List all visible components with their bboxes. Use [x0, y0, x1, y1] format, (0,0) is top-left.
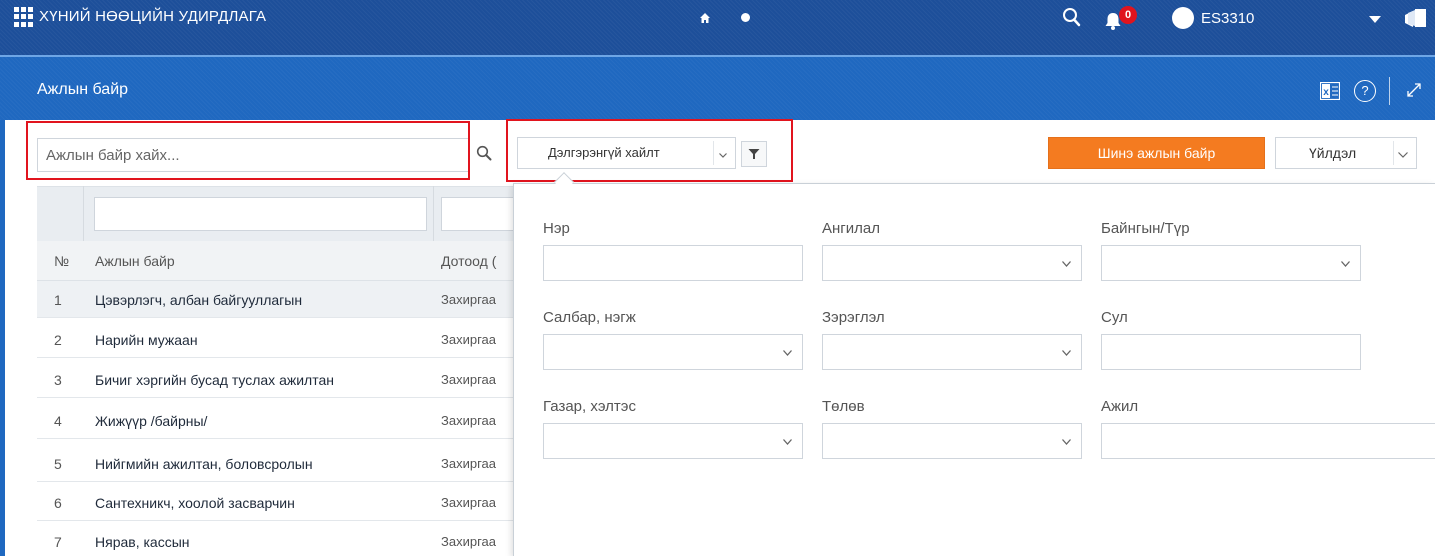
row-category: Захиргаа	[441, 534, 496, 549]
table-row[interactable]: 3 Бичиг хэргийн бусад туслах ажилтан Зах…	[37, 361, 515, 398]
column-header-internal[interactable]: Дотоод (	[441, 253, 515, 269]
job-field[interactable]	[1101, 423, 1435, 459]
username[interactable]: ES3310	[1201, 10, 1254, 27]
row-number: 1	[54, 292, 62, 308]
titlebar-divider	[1389, 77, 1390, 105]
row-number: 4	[54, 413, 62, 429]
chevron-down-icon[interactable]	[1398, 152, 1408, 158]
search-input[interactable]	[37, 138, 469, 172]
branch-select[interactable]	[543, 334, 803, 370]
row-category: Захиргаа	[441, 456, 496, 471]
table-row[interactable]: 4 Жижүүр /байрны/ Захиргаа	[37, 402, 515, 439]
row-category: Захиргаа	[441, 372, 496, 387]
dot-icon[interactable]	[741, 13, 750, 22]
new-job-position-button[interactable]: Шинэ ажлын байр	[1048, 137, 1265, 169]
row-number: 3	[54, 372, 62, 388]
category-select[interactable]	[822, 245, 1082, 281]
left-accent-bar	[0, 120, 5, 556]
row-job-name[interactable]: Нийгмийн ажилтан, боловсролын	[95, 456, 313, 472]
user-avatar-icon[interactable]	[1172, 7, 1194, 29]
field-label-name: Нэр	[543, 220, 570, 237]
chevron-down-icon[interactable]	[719, 153, 727, 158]
row-job-name[interactable]: Нярав, кассын	[95, 534, 190, 550]
status-select[interactable]	[822, 423, 1082, 459]
column-header-job-position[interactable]: Ажлын байр	[95, 253, 175, 269]
chevron-down-icon	[1062, 261, 1071, 267]
row-job-name[interactable]: Сантехникч, хоолой засварчин	[95, 495, 295, 511]
chevron-down-icon	[1062, 439, 1071, 445]
layers-icon[interactable]	[1403, 7, 1427, 29]
field-label-type: Байнгын/Түр	[1101, 220, 1190, 237]
notifications[interactable]: 0	[1103, 6, 1137, 32]
page-title: Ажлын байр	[37, 81, 129, 98]
chevron-down-icon[interactable]	[1369, 16, 1381, 23]
row-job-name[interactable]: Цэвэрлэгч, албан байгууллагын	[95, 292, 302, 308]
table-row[interactable]: 5 Нийгмийн ажилтан, боловсролын Захиргаа	[37, 445, 515, 482]
row-number: 2	[54, 332, 62, 348]
chevron-down-icon	[1341, 261, 1350, 267]
expand-icon[interactable]	[1405, 81, 1423, 99]
department-select[interactable]	[543, 423, 803, 459]
filter-input-internal[interactable]	[441, 197, 515, 231]
field-label-status: Төлөв	[822, 398, 865, 415]
help-icon[interactable]: ?	[1354, 80, 1376, 102]
table-row[interactable]: 2 Нарийн мужаан Захиргаа	[37, 321, 515, 358]
table-row[interactable]: 6 Сантехникч, хоолой засварчин Захиргаа	[37, 484, 515, 521]
row-category: Захиргаа	[441, 292, 496, 307]
field-label-department: Газар, хэлтэс	[543, 398, 636, 415]
search-icon[interactable]	[476, 145, 492, 161]
row-number: 6	[54, 495, 62, 511]
table-row[interactable]: 7 Нярав, кассын Захиргаа	[37, 523, 515, 556]
table-row[interactable]: 1 Цэвэрлэгч, албан байгууллагын Захиргаа	[37, 281, 515, 318]
column-header-number[interactable]: №	[54, 253, 69, 269]
row-job-name[interactable]: Нарийн мужаан	[95, 332, 198, 348]
page-titlebar: Ажлын байр x ?	[0, 55, 1435, 120]
svg-text:x: x	[1323, 87, 1329, 98]
row-number: 5	[54, 456, 62, 472]
notification-badge: 0	[1119, 6, 1137, 24]
row-job-name[interactable]: Жижүүр /байрны/	[95, 413, 207, 429]
row-job-name[interactable]: Бичиг хэргийн бусад туслах ажилтан	[95, 372, 334, 388]
app-title: ХҮНИЙ НӨӨЦИЙН УДИРДЛАГА	[39, 8, 267, 25]
search-icon[interactable]	[1061, 7, 1083, 29]
type-select[interactable]	[1101, 245, 1361, 281]
field-label-branch: Салбар, нэгж	[543, 309, 636, 326]
filter-icon[interactable]	[748, 148, 760, 160]
field-label-vacant: Сул	[1101, 309, 1128, 326]
rank-select[interactable]	[822, 334, 1082, 370]
filter-cell-number	[37, 186, 84, 241]
column-divider	[433, 186, 434, 241]
name-field[interactable]	[543, 245, 803, 281]
excel-export-icon[interactable]: x	[1320, 82, 1340, 100]
home-icon[interactable]	[699, 12, 711, 24]
apps-grid-icon[interactable]	[14, 7, 34, 27]
field-label-category: Ангилал	[822, 220, 880, 237]
top-header: ХҮНИЙ НӨӨЦИЙН УДИРДЛАГА 0 ES3310	[0, 0, 1435, 55]
vacant-field[interactable]	[1101, 334, 1361, 370]
row-number: 7	[54, 534, 62, 550]
chevron-down-icon	[1062, 350, 1071, 356]
chevron-down-icon	[783, 350, 792, 356]
row-category: Захиргаа	[441, 495, 496, 510]
chevron-down-icon	[783, 439, 792, 445]
advanced-search-button[interactable]: Дэлгэрэнгүй хайлт	[517, 137, 736, 169]
row-category: Захиргаа	[441, 413, 496, 428]
row-category: Захиргаа	[441, 332, 496, 347]
filter-input-job-position[interactable]	[94, 197, 427, 231]
field-label-job: Ажил	[1101, 398, 1139, 415]
field-label-rank: Зэрэглэл	[822, 309, 885, 326]
